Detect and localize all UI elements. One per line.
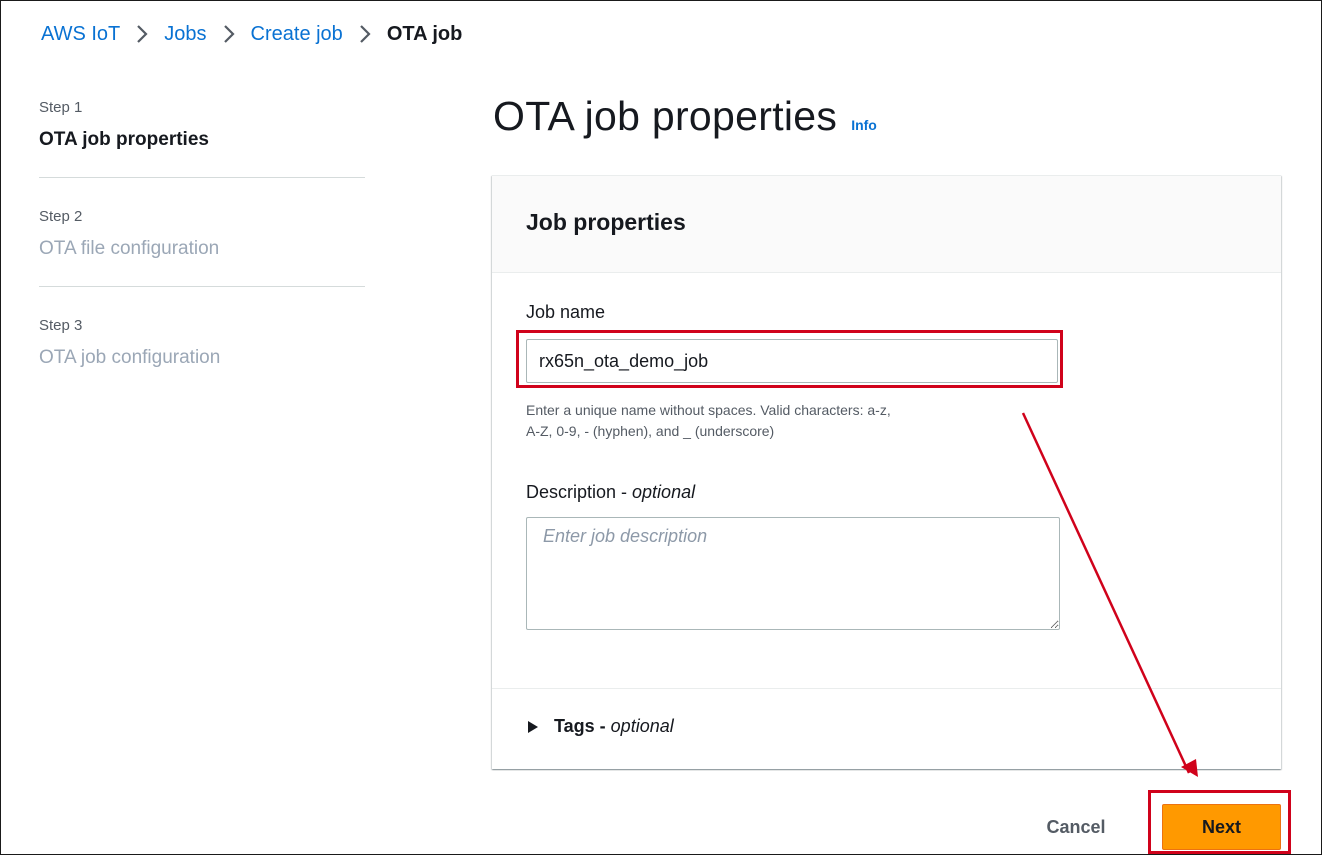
page-header: OTA job properties Info [493,93,877,140]
section-divider [492,688,1281,689]
step-divider [39,286,365,287]
cancel-button[interactable]: Cancel [1021,807,1131,847]
step-title: OTA job configuration [39,347,221,368]
breadcrumb: AWS IoT Jobs Create job OTA job [41,19,462,49]
description-textarea[interactable] [526,517,1060,630]
step-3[interactable]: Step 3 OTA job configuration [39,315,365,371]
job-properties-container: Job properties Job name Enter a unique n… [492,175,1281,769]
chevron-right-icon [221,23,237,45]
optional-text: optional [632,482,696,502]
step-title: OTA job properties [39,129,209,150]
caret-right-icon [528,720,538,733]
description-label-text: Description - [526,482,633,502]
step-number: Step 1 [39,99,83,116]
chevron-right-icon [357,23,373,45]
next-button[interactable]: Next [1162,804,1281,850]
container-title: Job properties [526,209,686,235]
step-title: OTA file configuration [39,238,220,259]
wizard-steps: Step 1 OTA job properties Step 2 OTA fil… [39,97,365,371]
optional-text: optional [610,716,674,736]
container-header: Job properties [492,176,1281,273]
job-name-constraint-text: Enter a unique name without spaces. Vali… [526,400,1086,442]
breadcrumb-create-job[interactable]: Create job [251,23,343,46]
breadcrumb-aws-iot[interactable]: AWS IoT [41,23,120,46]
page-frame: AWS IoT Jobs Create job OTA job Step 1 O… [0,0,1322,855]
breadcrumb-jobs[interactable]: Jobs [164,23,206,46]
hint-line: A-Z, 0-9, - (hyphen), and _ (underscore) [526,423,775,439]
step-number: Step 2 [39,208,83,225]
page-title: OTA job properties [493,93,838,139]
job-name-input[interactable] [526,339,1058,383]
step-2[interactable]: Step 2 OTA file configuration [39,206,365,262]
description-label: Description - optional [526,482,695,503]
step-number: Step 3 [39,317,83,334]
info-link[interactable]: Info [851,117,877,133]
tags-expand-toggle[interactable]: Tags - optional [528,716,674,737]
breadcrumb-ota-job: OTA job [386,22,463,45]
step-divider [39,177,365,178]
tags-label: Tags - [554,716,606,736]
chevron-right-icon [134,23,150,45]
job-name-label: Job name [526,302,606,322]
step-1: Step 1 OTA job properties [39,97,365,153]
hint-line: Enter a unique name without spaces. Vali… [526,402,891,418]
